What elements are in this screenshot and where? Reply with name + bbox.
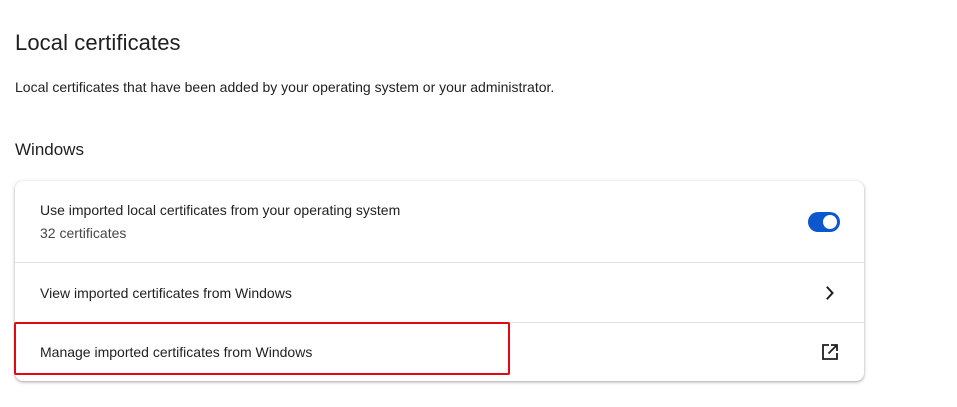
windows-settings-card: Use imported local certificates from you…	[15, 181, 864, 381]
section-title: Windows	[15, 140, 84, 159]
chevron-right-icon[interactable]	[818, 281, 842, 305]
view-imported-certificates-row[interactable]: View imported certificates from Windows	[15, 262, 864, 322]
page-description: Local certificates that have been added …	[15, 79, 555, 95]
use-imported-certificates-text: Use imported local certificates from you…	[40, 202, 808, 241]
use-imported-certificates-toggle[interactable]	[808, 211, 840, 232]
toggle-knob	[823, 214, 837, 229]
manage-imported-certificates-text: Manage imported certificates from Window…	[40, 344, 818, 360]
page-title: Local certificates	[15, 30, 181, 55]
view-imported-certificates-text: View imported certificates from Windows	[40, 285, 818, 301]
use-imported-certificates-label: Use imported local certificates from you…	[40, 202, 401, 218]
view-imported-certificates-label: View imported certificates from Windows	[40, 284, 292, 301]
use-imported-certificates-row[interactable]: Use imported local certificates from you…	[15, 181, 864, 262]
open-in-new-icon[interactable]	[818, 340, 842, 364]
certificate-count: 32 certificates	[40, 225, 127, 241]
manage-imported-certificates-row[interactable]: Manage imported certificates from Window…	[15, 322, 864, 381]
manage-imported-certificates-label: Manage imported certificates from Window…	[40, 344, 313, 360]
page: Local certificates Local certificates th…	[0, 0, 957, 407]
